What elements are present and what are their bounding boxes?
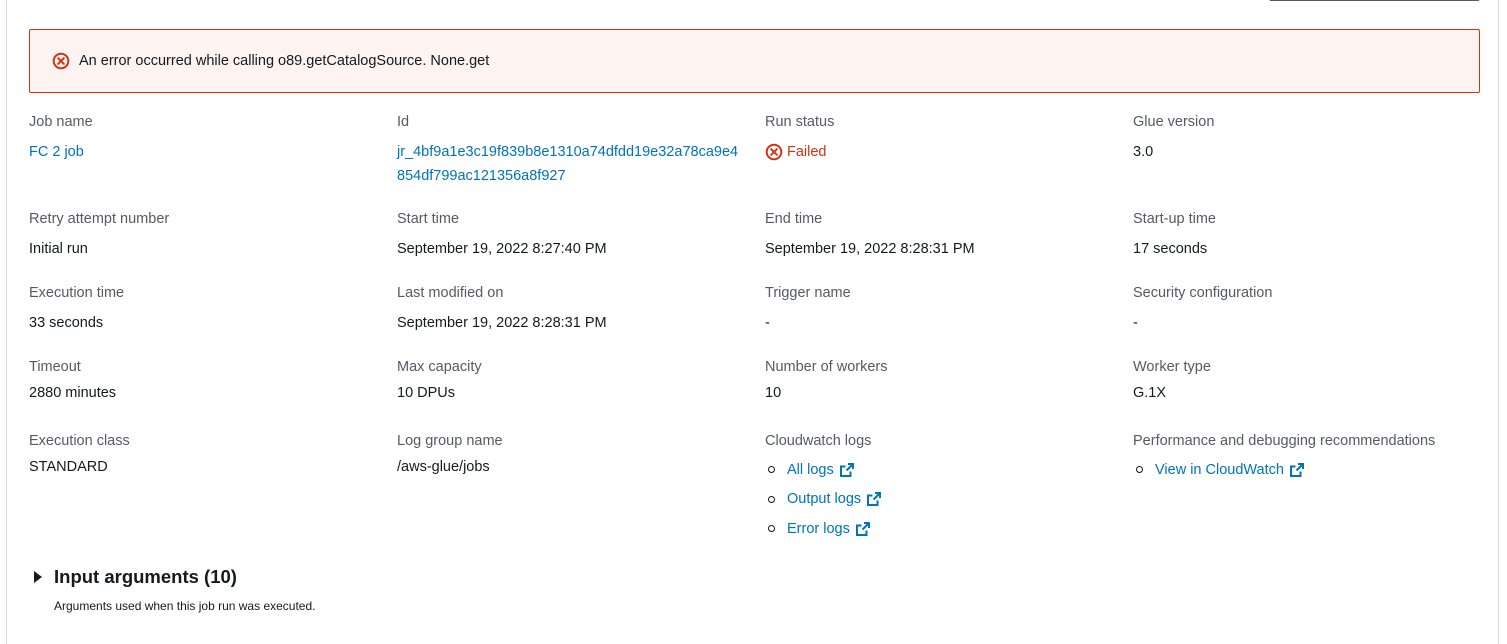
external-link-icon[interactable] <box>855 521 871 537</box>
start-time-label: Start time <box>397 211 460 227</box>
execution-class-label: Execution class <box>29 433 130 449</box>
list-item: Error logs <box>765 514 1125 544</box>
error-alert: An error occurred while calling o89.getC… <box>29 29 1480 93</box>
cloudwatch-logs-label: Cloudwatch logs <box>765 433 872 449</box>
num-workers-value: 10 <box>765 385 782 401</box>
view-in-cloudwatch-link[interactable]: View in CloudWatch <box>1155 462 1284 478</box>
failed-icon <box>765 143 783 161</box>
bullet-icon <box>1136 466 1143 474</box>
field-startup-time: Start-up time 17 seconds <box>1133 209 1493 261</box>
input-arguments-title[interactable]: Input arguments (10) <box>54 566 237 588</box>
external-link-icon[interactable] <box>839 462 855 478</box>
job-name-link[interactable]: FC 2 job <box>29 144 84 160</box>
output-logs-link[interactable]: Output logs <box>787 491 861 507</box>
startup-time-label: Start-up time <box>1133 211 1216 227</box>
trigger-name-value: - <box>765 315 770 331</box>
error-logs-link[interactable]: Error logs <box>787 521 850 537</box>
input-arguments-toggle[interactable]: Input arguments (10) <box>34 566 315 588</box>
error-message: An error occurred while calling o89.getC… <box>79 53 490 69</box>
input-arguments-description: Arguments used when this job run was exe… <box>54 599 316 613</box>
execution-time-value: 33 seconds <box>29 315 104 331</box>
field-performance: Performance and debugging recommendation… <box>1133 431 1499 485</box>
retry-attempt-label: Retry attempt number <box>29 211 170 227</box>
trigger-name-label: Trigger name <box>765 285 851 301</box>
field-execution-time: Execution time 33 seconds <box>29 283 389 335</box>
field-glue-version: Glue version 3.0 <box>1133 112 1493 164</box>
glue-version-label: Glue version <box>1133 114 1215 130</box>
log-group-label: Log group name <box>397 433 503 449</box>
end-time-label: End time <box>765 211 823 227</box>
field-security-config: Security configuration - <box>1133 283 1493 335</box>
glue-version-value: 3.0 <box>1133 144 1154 160</box>
worker-type-value: G.1X <box>1133 385 1167 401</box>
worker-type-label: Worker type <box>1133 359 1211 375</box>
performance-label: Performance and debugging recommendation… <box>1133 433 1436 449</box>
field-max-capacity: Max capacity 10 DPUs <box>397 357 757 405</box>
field-id: Id jr_4bf9a1e3c19f839b8e1310a74dfdd19e32… <box>397 112 757 188</box>
list-item: View in CloudWatch <box>1133 455 1499 485</box>
external-link-icon[interactable] <box>866 491 882 507</box>
field-trigger-name: Trigger name - <box>765 283 1125 335</box>
start-time-value: September 19, 2022 8:27:40 PM <box>397 241 607 257</box>
all-logs-link[interactable]: All logs <box>787 462 834 478</box>
max-capacity-value: 10 DPUs <box>397 385 456 401</box>
field-cloudwatch-logs: Cloudwatch logs All logs Output logs Err… <box>765 431 1125 544</box>
job-run-details-page: An error occurred while calling o89.getC… <box>0 0 1507 644</box>
max-capacity-label: Max capacity <box>397 359 482 375</box>
field-start-time: Start time September 19, 2022 8:27:40 PM <box>397 209 757 261</box>
field-run-status: Run status Failed <box>765 112 1125 169</box>
cloudwatch-logs-list: All logs Output logs Error logs <box>765 455 1125 544</box>
last-modified-value: September 19, 2022 8:28:31 PM <box>397 315 607 331</box>
timeout-value: 2880 minutes <box>29 385 117 401</box>
bullet-icon <box>768 525 775 533</box>
run-status-label: Run status <box>765 114 835 130</box>
error-circle-icon <box>52 52 70 70</box>
execution-time-label: Execution time <box>29 285 125 301</box>
num-workers-label: Number of workers <box>765 359 888 375</box>
field-worker-type: Worker type G.1X <box>1133 357 1493 405</box>
field-num-workers: Number of workers 10 <box>765 357 1125 405</box>
field-end-time: End time September 19, 2022 8:28:31 PM <box>765 209 1125 261</box>
top-control-edge[interactable] <box>1269 0 1480 1</box>
input-arguments-section: Input arguments (10) Arguments used when… <box>34 566 315 613</box>
security-config-label: Security configuration <box>1133 285 1273 301</box>
run-id-link[interactable]: jr_4bf9a1e3c19f839b8e1310a74dfdd19e32a78… <box>397 140 742 188</box>
bullet-icon <box>768 466 775 474</box>
last-modified-label: Last modified on <box>397 285 504 301</box>
list-item: Output logs <box>765 485 1125 515</box>
field-log-group: Log group name /aws-glue/jobs <box>397 431 757 479</box>
end-time-value: September 19, 2022 8:28:31 PM <box>765 241 975 257</box>
timeout-label: Timeout <box>29 359 81 375</box>
field-last-modified: Last modified on September 19, 2022 8:28… <box>397 283 757 335</box>
caret-right-icon[interactable] <box>34 571 42 583</box>
field-job-name: Job name FC 2 job <box>29 112 389 164</box>
performance-links-list: View in CloudWatch <box>1133 455 1499 485</box>
bullet-icon <box>768 495 775 503</box>
field-retry-attempt: Retry attempt number Initial run <box>29 209 389 261</box>
external-link-icon[interactable] <box>1289 462 1305 478</box>
field-execution-class: Execution class STANDARD <box>29 431 389 479</box>
field-timeout: Timeout 2880 minutes <box>29 357 389 405</box>
startup-time-value: 17 seconds <box>1133 241 1208 257</box>
retry-attempt-value: Initial run <box>29 241 88 257</box>
security-config-value: - <box>1133 315 1138 331</box>
log-group-value: /aws-glue/jobs <box>397 459 490 475</box>
list-item: All logs <box>765 455 1125 485</box>
run-status-value: Failed <box>787 144 827 160</box>
job-name-label: Job name <box>29 114 93 130</box>
execution-class-value: STANDARD <box>29 459 108 475</box>
id-label: Id <box>397 114 410 130</box>
run-status-badge: Failed <box>765 140 827 164</box>
